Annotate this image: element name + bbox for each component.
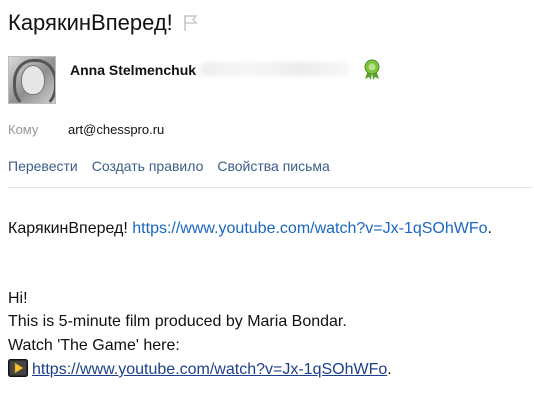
sender-email-redacted [200,62,351,76]
message-line-1: КарякинВперед! https://www.youtube.com/w… [8,218,492,240]
email-subject: КарякинВперед! [8,10,173,35]
flag-icon[interactable] [183,14,199,32]
avatar[interactable] [8,56,56,104]
sender-name[interactable]: Anna Stelmenchuk [70,62,196,78]
sender-row: Anna Stelmenchuk [8,56,382,104]
recipient-label: Кому [8,122,39,137]
message-greeting: Hi! [8,290,28,307]
message-line-4: https://www.youtube.com/watch?v=Jx-1qSOh… [8,359,392,381]
message-line-1-suffix: . [487,220,492,237]
ribbon-badge-icon [362,59,382,81]
video-play-icon [8,359,28,377]
message-line-2: This is 5-minute film produced by Maria … [8,313,347,330]
message-line-4-suffix: . [387,361,392,378]
recipient-email[interactable]: art@chesspro.ru [68,122,164,137]
subject-row: КарякинВперед! [8,8,199,38]
message-line-3: Watch 'The Game' here: [8,337,180,354]
recipient-row: Кому art@chesspro.ru [8,122,164,137]
youtube-link-2[interactable]: https://www.youtube.com/watch?v=Jx-1qSOh… [32,361,387,378]
create-rule-link[interactable]: Создать правило [92,158,204,174]
message-actions: Перевести Создать правило Свойства письм… [8,158,330,174]
avatar-face [21,65,45,95]
message-line-1-text: КарякинВперед! [8,220,133,237]
divider [8,187,533,188]
translate-link[interactable]: Перевести [8,158,78,174]
youtube-link-1[interactable]: https://www.youtube.com/watch?v=Jx-1qSOh… [132,220,487,237]
message-properties-link[interactable]: Свойства письма [217,158,329,174]
